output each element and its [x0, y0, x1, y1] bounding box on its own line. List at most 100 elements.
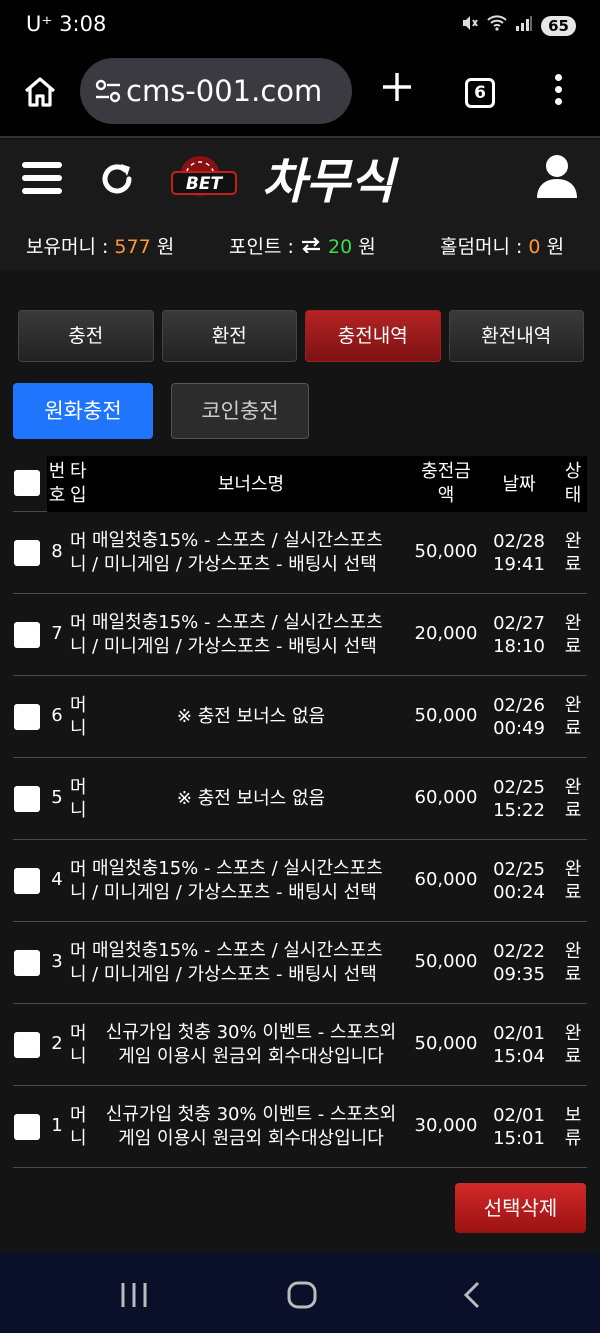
- points-unit: 원: [358, 236, 376, 258]
- table-row[interactable]: 3 머니 매일첫충15% - 스포츠 / 실시간스포츠 / 미니게임 / 가상스포…: [13, 922, 587, 1004]
- tab-withdraw[interactable]: 환전: [161, 310, 297, 362]
- points-value: 20: [327, 236, 353, 258]
- url-bar[interactable]: cms-001.com: [80, 58, 352, 124]
- row-checkbox[interactable]: [14, 786, 40, 812]
- system-nav-bar: [0, 1253, 600, 1333]
- row-amount: 20,000: [414, 623, 478, 644]
- header-no: 번호: [48, 461, 66, 506]
- status-icons: 65: [461, 14, 576, 37]
- row-no: 1: [51, 1115, 63, 1136]
- row-bonus-name: 신규가입 첫충 30% 이벤트 - 스포츠외 게임 이용시 원금외 회수대상입니다: [105, 1104, 397, 1149]
- header-bonus-name: 보너스명: [217, 474, 285, 495]
- mute-icon: [461, 14, 479, 37]
- site-settings-icon[interactable]: [94, 78, 122, 104]
- svg-text:차무식: 차무식: [262, 154, 399, 210]
- table-row[interactable]: 2 머니 신규가입 첫충 30% 이벤트 - 스포츠외 게임 이용시 원금외 회수…: [13, 1004, 587, 1086]
- site-logo[interactable]: BET 차무식: [170, 146, 422, 212]
- tab-deposit-history[interactable]: 충전내역: [305, 310, 441, 362]
- row-date: 02/22 09:35: [493, 941, 545, 985]
- back-nav-icon[interactable]: [454, 1275, 494, 1315]
- svg-text:BET: BET: [186, 174, 224, 194]
- tab-krw-deposit[interactable]: 원화충전: [13, 383, 153, 439]
- row-status: 완료: [564, 777, 582, 821]
- row-date: 02/26 00:49: [493, 695, 545, 739]
- row-type: 머니: [70, 859, 87, 903]
- battery-badge: 65: [541, 15, 576, 36]
- holdem-label: 홀덤머니 :: [440, 236, 523, 258]
- balance-display: 보유머니 : 577 원: [26, 232, 174, 259]
- header-date: 날짜: [502, 474, 536, 495]
- row-amount: 60,000: [414, 869, 478, 890]
- carrier-label: U⁺: [26, 12, 53, 36]
- tab-switcher-button[interactable]: 6: [465, 78, 495, 108]
- table-row[interactable]: 6 머니 ※ 충전 보너스 없음 50,000 02/26 00:49 완료: [13, 676, 587, 758]
- row-bonus-name: ※ 충전 보너스 없음: [176, 788, 326, 809]
- row-checkbox[interactable]: [14, 704, 40, 730]
- row-amount: 30,000: [414, 1115, 478, 1136]
- home-nav-icon[interactable]: [282, 1275, 322, 1315]
- row-type: 머니: [70, 531, 87, 575]
- row-type: 머니: [70, 1105, 87, 1149]
- row-status: 완료: [564, 531, 582, 575]
- row-type: 머니: [70, 613, 87, 657]
- user-profile-icon[interactable]: [536, 154, 578, 198]
- row-checkbox[interactable]: [14, 1114, 40, 1140]
- row-amount: 60,000: [414, 787, 478, 808]
- wallet-summary: 보유머니 : 577 원 포인트 : 20 원 홀덤머니 : 0 원: [0, 230, 600, 260]
- row-no: 8: [51, 541, 63, 562]
- signal-icon: [515, 15, 533, 36]
- row-status: 완료: [564, 1023, 582, 1067]
- holdem-unit: 원: [546, 236, 565, 258]
- row-status: 완료: [564, 859, 582, 903]
- row-status: 완료: [564, 613, 582, 657]
- holdem-value: 0: [528, 236, 541, 258]
- table-row[interactable]: 4 머니 매일첫충15% - 스포츠 / 실시간스포츠 / 미니게임 / 가상스포…: [13, 840, 587, 922]
- row-status: 보류: [564, 1105, 582, 1149]
- home-icon[interactable]: [22, 74, 62, 114]
- row-bonus-name: 매일첫충15% - 스포츠 / 실시간스포츠 / 미니게임 / 가상스포츠 - 배…: [92, 530, 383, 575]
- table-row[interactable]: 7 머니 매일첫충15% - 스포츠 / 실시간스포츠 / 미니게임 / 가상스포…: [13, 594, 587, 676]
- row-date: 02/28 19:41: [493, 531, 545, 575]
- row-date: 02/25 00:24: [493, 859, 545, 903]
- more-menu-icon[interactable]: [554, 74, 564, 114]
- row-checkbox[interactable]: [14, 1032, 40, 1058]
- row-no: 3: [51, 951, 63, 972]
- table-row[interactable]: 1 머니 신규가입 첫충 30% 이벤트 - 스포츠외 게임 이용시 원금외 회수…: [13, 1086, 587, 1168]
- table-row[interactable]: 5 머니 ※ 충전 보너스 없음 60,000 02/25 15:22 완료: [13, 758, 587, 840]
- table-row[interactable]: 8 머니 매일첫충15% - 스포츠 / 실시간스포츠 / 미니게임 / 가상스포…: [13, 512, 587, 594]
- row-bonus-name: 매일첫충15% - 스포츠 / 실시간스포츠 / 미니게임 / 가상스포츠 - 배…: [92, 858, 383, 903]
- select-all-checkbox[interactable]: [14, 470, 40, 496]
- row-no: 7: [51, 623, 63, 644]
- row-date: 02/27 18:10: [493, 613, 545, 657]
- row-checkbox[interactable]: [14, 868, 40, 894]
- balance-unit: 원: [156, 236, 175, 258]
- row-date: 02/01 15:01: [493, 1105, 545, 1149]
- clock: 3:08: [59, 12, 107, 36]
- row-checkbox[interactable]: [14, 622, 40, 648]
- status-bar: U⁺ 3:08 65: [0, 0, 600, 52]
- row-bonus-name: ※ 충전 보너스 없음: [176, 706, 326, 727]
- main-tabs: 충전 환전 충전내역 환전내역: [18, 310, 584, 362]
- row-checkbox[interactable]: [14, 950, 40, 976]
- header-amount: 충전금 액: [421, 461, 471, 506]
- header-type: 타입: [70, 461, 87, 506]
- exchange-arrows-icon[interactable]: [300, 236, 328, 258]
- refresh-icon[interactable]: [96, 158, 138, 200]
- row-date: 02/25 15:22: [493, 777, 545, 821]
- row-amount: 50,000: [414, 1033, 478, 1054]
- row-checkbox[interactable]: [14, 540, 40, 566]
- table-header: 번호 타입 보너스명 충전금 액 날짜 상태: [13, 456, 587, 512]
- delete-selected-button[interactable]: 선택삭제: [455, 1183, 586, 1233]
- tab-withdraw-history[interactable]: 환전내역: [448, 310, 584, 362]
- deposit-history-table: 번호 타입 보너스명 충전금 액 날짜 상태 8 머니 매일첫충15% - 스포츠…: [13, 456, 587, 1168]
- tab-deposit[interactable]: 충전: [18, 310, 154, 362]
- recent-apps-icon[interactable]: [114, 1275, 154, 1315]
- holdem-display: 홀덤머니 : 0 원: [440, 232, 564, 259]
- url-text[interactable]: cms-001.com: [126, 74, 348, 108]
- new-tab-icon[interactable]: [380, 70, 414, 111]
- tab-coin-deposit[interactable]: 코인충전: [171, 383, 309, 439]
- hamburger-menu-icon[interactable]: [22, 162, 62, 198]
- points-display: 포인트 : 20 원: [229, 232, 376, 259]
- row-amount: 50,000: [414, 951, 478, 972]
- balance-value: 577: [114, 236, 151, 258]
